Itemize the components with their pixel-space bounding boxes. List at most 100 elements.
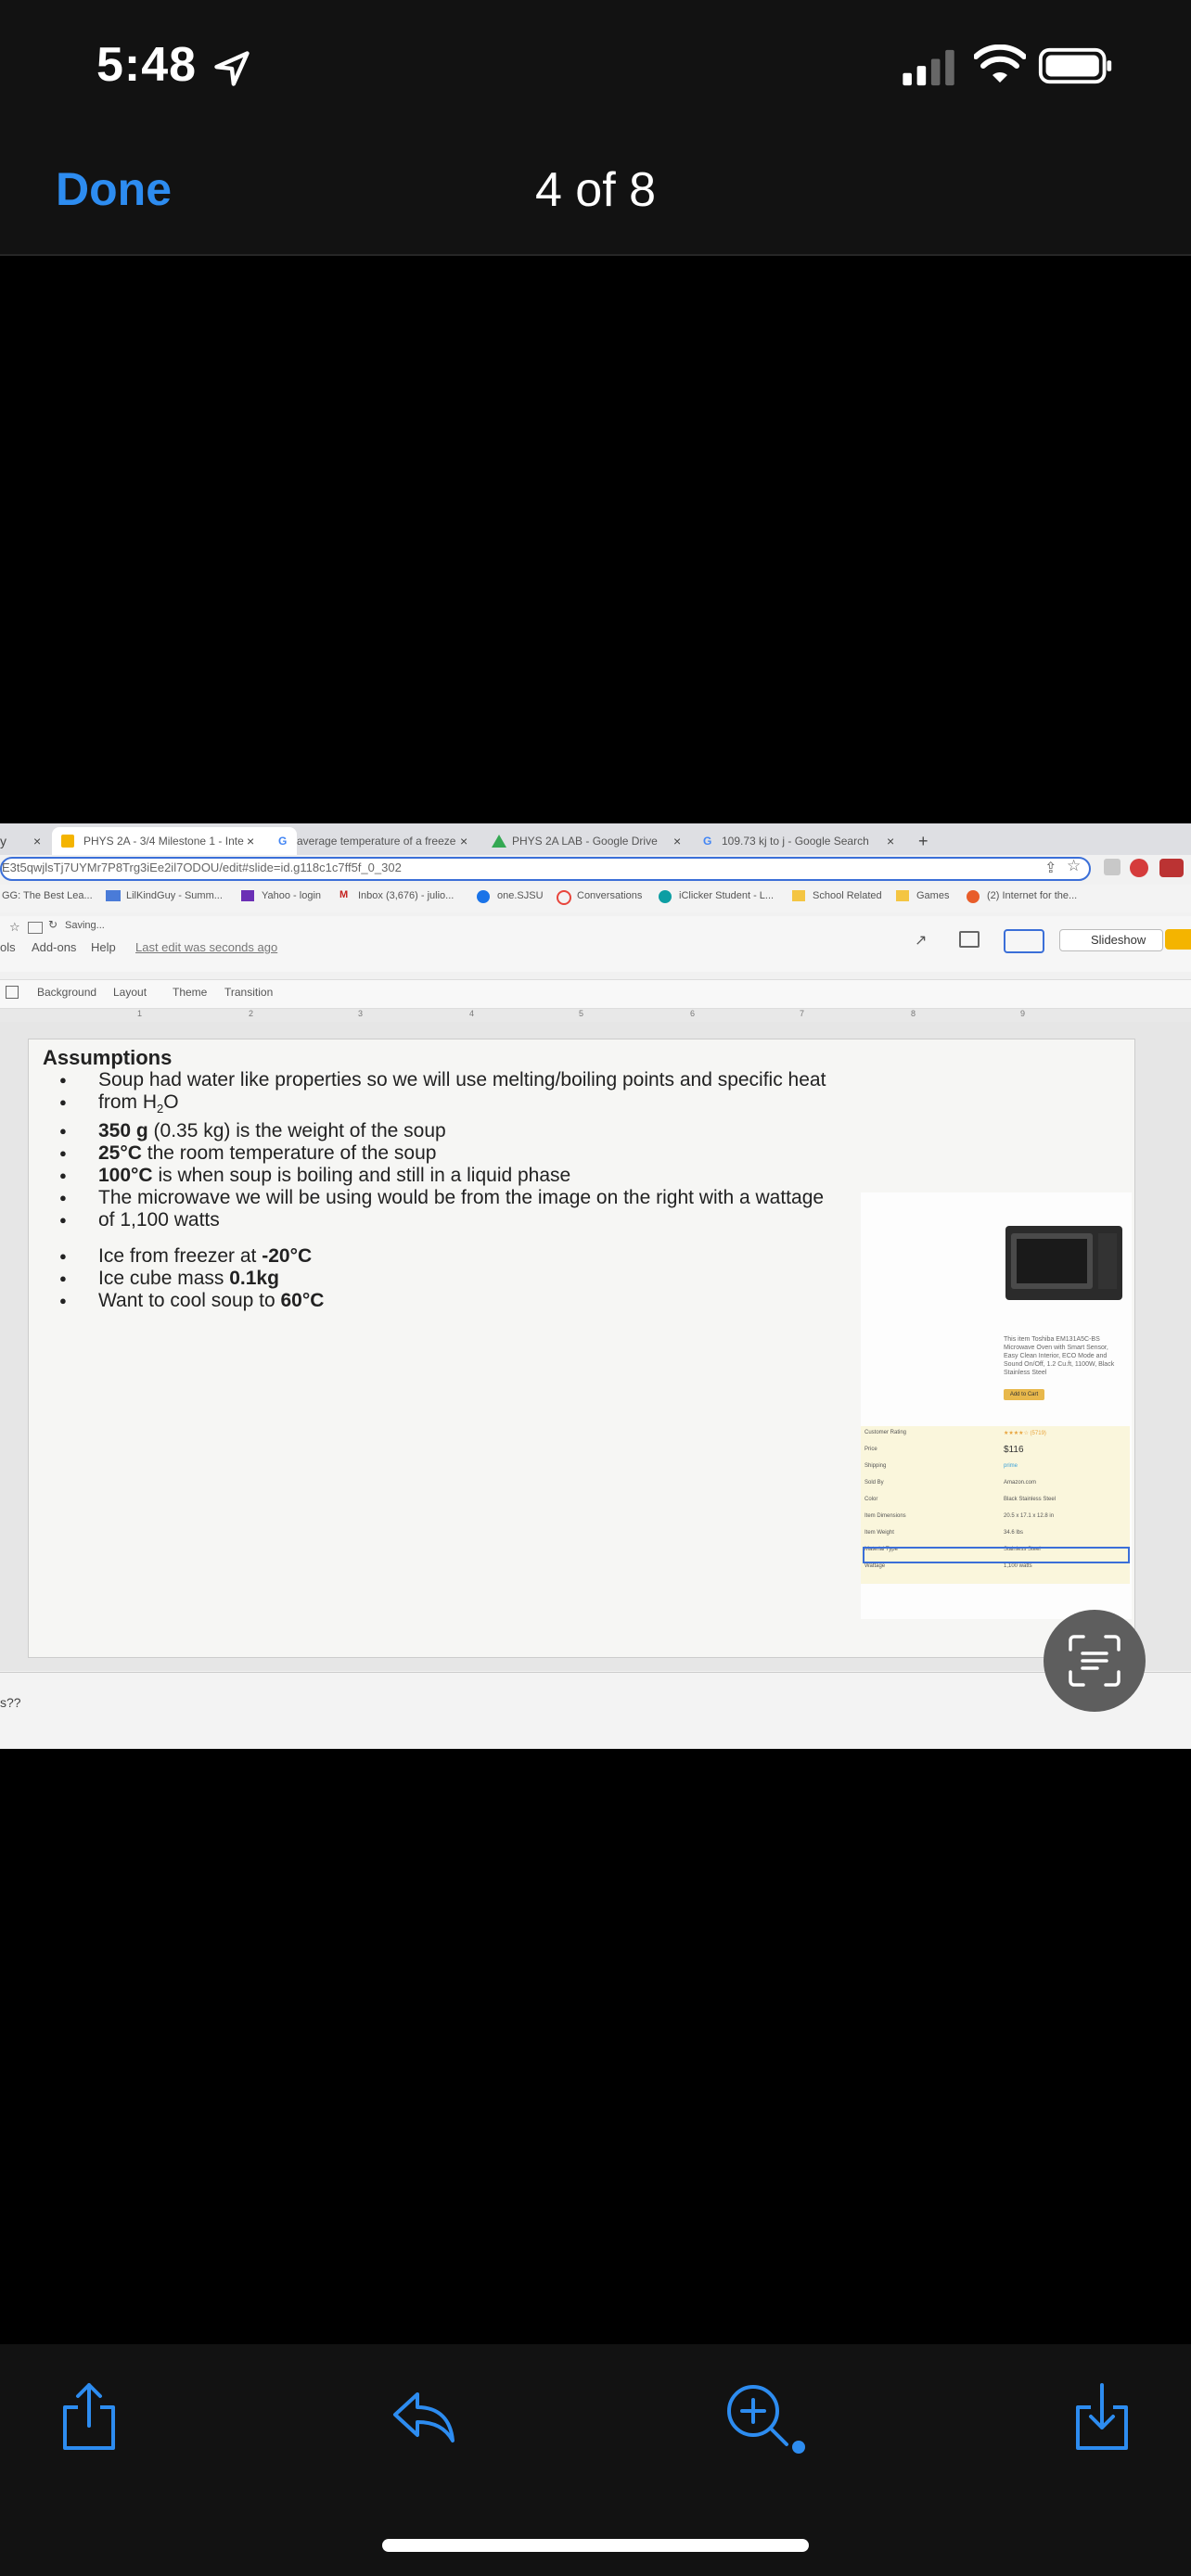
extension-icon[interactable] — [1130, 859, 1148, 877]
speaker-notes[interactable]: s?? — [0, 1672, 1191, 1749]
present-options-button[interactable] — [1004, 929, 1044, 953]
bullet-text: from H2O — [98, 1091, 179, 1116]
cellular-signal-icon — [903, 49, 954, 86]
list-item: Want to cool soup to 60°C — [43, 1290, 324, 1312]
image-counter: 4 of 8 — [534, 163, 657, 217]
ruler-tick: 3 — [358, 1009, 364, 1018]
browser-tab-strip: y × PHYS 2A - 3/4 Milestone 1 - Inte × G… — [0, 823, 1191, 855]
activity-trend-icon[interactable]: ↗ — [915, 931, 927, 950]
spec-value: 1,100 watts — [1004, 1563, 1032, 1569]
tab-close-icon[interactable]: × — [460, 827, 467, 855]
bookmark-star-icon[interactable]: ☆ — [1067, 857, 1081, 875]
bookmark-item[interactable]: Games — [896, 890, 949, 901]
slides-format-toolbar: Background Layout Theme Transition — [0, 979, 1191, 1009]
location-arrow-icon — [214, 51, 250, 86]
bullet-text: the room temperature of the soup — [141, 1142, 437, 1165]
bookmark-item[interactable]: one.SJSU — [477, 890, 544, 903]
home-indicator[interactable] — [382, 2539, 809, 2552]
extension-icon[interactable] — [1159, 859, 1184, 877]
theme-button[interactable]: Theme — [173, 986, 207, 999]
reply-icon[interactable] — [386, 2379, 460, 2454]
spec-value: Amazon.com — [1004, 1480, 1037, 1486]
tab-close-icon[interactable]: × — [247, 827, 254, 855]
bookmark-favicon-icon — [106, 890, 121, 901]
iclicker-icon — [659, 890, 672, 903]
tab-close-icon[interactable]: × — [673, 827, 681, 855]
drive-icon — [492, 835, 506, 848]
bookmark-label: LilKindGuy - Summ... — [126, 890, 223, 901]
star-icon[interactable]: ☆ — [9, 920, 20, 935]
layout-button[interactable]: Layout — [113, 986, 147, 999]
product-description: This item Toshiba EM131A5C-BS Microwave … — [1004, 1336, 1115, 1376]
tab-google-drive[interactable]: PHYS 2A LAB - Google Drive — [488, 827, 698, 855]
bookmark-item[interactable]: iClicker Student - L... — [659, 890, 775, 903]
tab-title: PHYS 2A - 3/4 Milestone 1 - Inte — [83, 835, 244, 848]
tab-close-icon[interactable]: y — [0, 827, 6, 855]
last-edit-link[interactable]: Last edit was seconds ago — [135, 940, 277, 954]
bookmark-item[interactable]: (2) Internet for the... — [967, 890, 1078, 903]
add-to-cart-button: Add to Cart — [1004, 1389, 1044, 1400]
bookmark-item[interactable]: Conversations — [557, 890, 643, 905]
tab-google-search-freezer[interactable]: G average temperature of a freeze — [276, 827, 482, 855]
zoom-in-icon[interactable] — [722, 2379, 796, 2454]
list-item: Ice cube mass 0.1kg — [43, 1268, 324, 1290]
status-bar: 5:48 — [0, 0, 1191, 139]
menu-add-ons[interactable]: Add-ons — [32, 940, 76, 954]
save-download-icon[interactable] — [1065, 2379, 1139, 2454]
new-tab-button[interactable]: + — [918, 827, 928, 855]
live-text-icon — [1069, 1635, 1121, 1687]
bullet-bold: 100°C — [98, 1165, 153, 1187]
saving-status: Saving... — [65, 920, 105, 931]
google-icon: G — [703, 835, 712, 848]
tab-google-search-kj[interactable]: G 109.73 kj to j - Google Search — [701, 827, 898, 855]
tab-slides[interactable]: PHYS 2A - 3/4 Milestone 1 - Inte — [52, 827, 297, 855]
add-comment-icon[interactable] — [6, 986, 19, 999]
spec-value: ★★★★☆ (5719) — [1004, 1431, 1046, 1436]
bookmark-label: Conversations — [577, 890, 643, 901]
bookmark-label: one.SJSU — [497, 890, 544, 901]
bullet-text: Ice from freezer at — [98, 1245, 263, 1267]
share-icon[interactable] — [52, 2379, 126, 2454]
share-icon[interactable]: ⇪ — [1044, 859, 1057, 877]
assumption-list: Soup had water like properties so we wil… — [43, 1069, 826, 1231]
bookmark-item[interactable]: Yahoo - login — [241, 890, 321, 901]
comments-icon[interactable] — [959, 931, 980, 948]
tab-close-icon[interactable]: × — [887, 827, 894, 855]
ruler-tick: 9 — [1020, 1009, 1026, 1018]
bullet-text: The microwave we will be using would be … — [98, 1187, 825, 1209]
spec-value: Black Stainless Steel — [1004, 1497, 1057, 1502]
ice-list: Ice from freezer at -20°C Ice cube mass … — [43, 1245, 324, 1312]
menu-tools[interactable]: ols — [0, 940, 16, 954]
spec-value: 20.5 x 17.1 x 12.8 in — [1004, 1513, 1055, 1519]
bookmark-label: (2) Internet for the... — [987, 890, 1078, 901]
spec-label: Sold By — [864, 1480, 884, 1486]
bookmark-item[interactable]: LilKindGuy - Summ... — [106, 890, 223, 901]
list-item: 100°C is when soup is boiling and still … — [43, 1165, 826, 1187]
list-item: of 1,100 watts — [43, 1209, 826, 1231]
list-item: from H2O — [43, 1091, 826, 1120]
ruler-tick: 1 — [137, 1009, 143, 1018]
reddit-icon — [967, 890, 980, 903]
menu-help[interactable]: Help — [91, 940, 116, 954]
bookmark-label: School Related — [813, 890, 882, 901]
move-folder-icon[interactable] — [28, 922, 43, 934]
bookmark-item[interactable]: School Related — [792, 890, 882, 901]
extension-icon[interactable] — [1104, 859, 1121, 875]
ruler-tick: 4 — [469, 1009, 475, 1018]
slides-menu-bar: ☆ ↻ Saving... ols Add-ons Help Last edit… — [0, 916, 1191, 972]
bookmarks-bar: GG: The Best Lea... LilKindGuy - Summ...… — [0, 885, 1191, 912]
bookmark-item[interactable]: M Inbox (3,676) - julio... — [339, 889, 454, 901]
bookmark-label: Yahoo - login — [262, 890, 322, 901]
tab-close-icon[interactable]: × — [33, 827, 41, 855]
bookmark-item[interactable]: GG: The Best Lea... — [2, 890, 93, 901]
notes-text: s?? — [0, 1695, 21, 1710]
live-text-button[interactable] — [1044, 1610, 1146, 1712]
transition-button[interactable]: Transition — [224, 986, 273, 999]
yahoo-icon — [241, 890, 254, 901]
list-item: 25°C the room temperature of the soup — [43, 1142, 826, 1165]
background-button[interactable]: Background — [37, 986, 96, 999]
sjsu-icon — [477, 890, 490, 903]
price: $116 — [1004, 1445, 1024, 1455]
share-button[interactable] — [1165, 929, 1191, 950]
bookmark-label: iClicker Student - L... — [679, 890, 775, 901]
